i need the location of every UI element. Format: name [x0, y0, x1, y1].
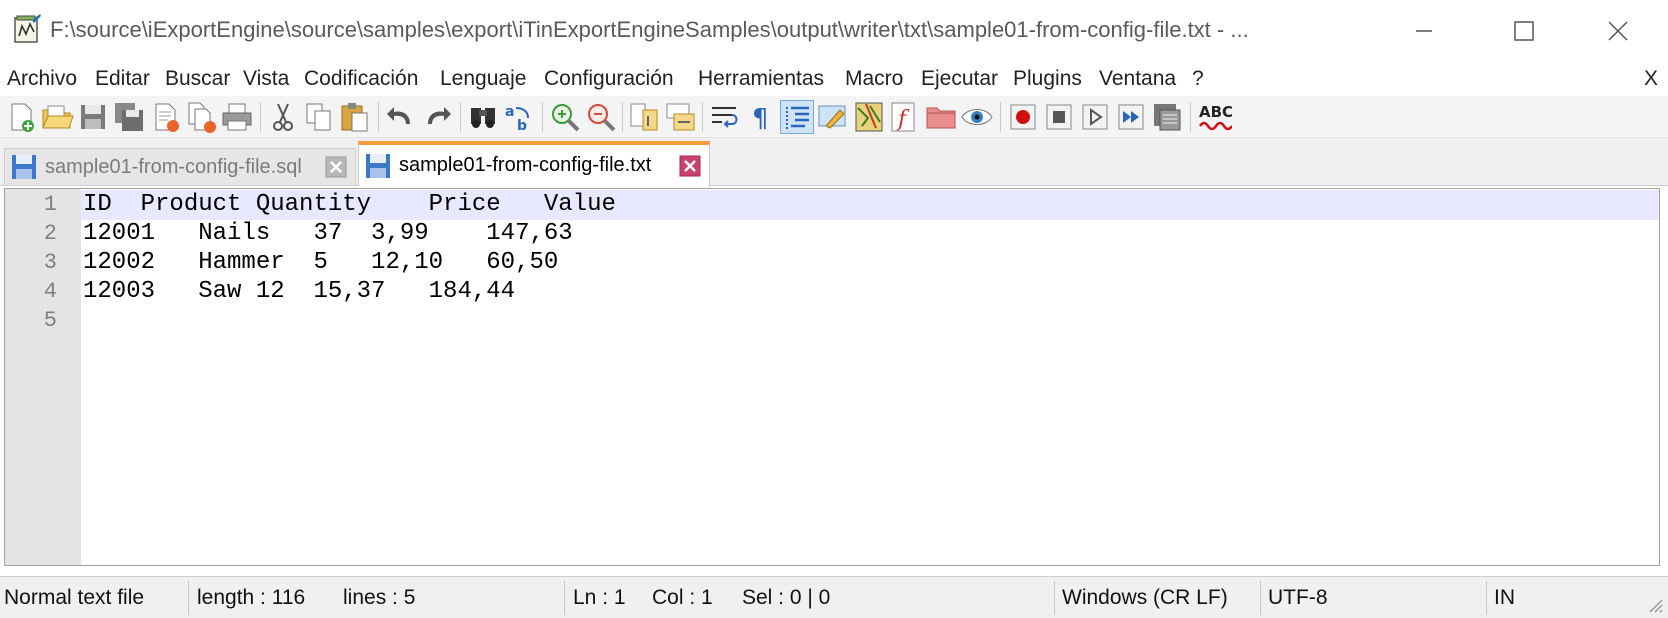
line-number: 3: [43, 250, 57, 275]
text-editor[interactable]: 1 2 3 4 5 ID Product Quantity Price Valu…: [4, 188, 1660, 566]
record-macro-icon[interactable]: [1006, 100, 1040, 134]
replace-icon[interactable]: ab: [502, 100, 536, 134]
minimize-icon: [1416, 30, 1432, 32]
tab-close-icon[interactable]: [679, 155, 701, 177]
close-file-icon[interactable]: [148, 100, 182, 134]
status-selection: Sel : 0 | 0: [742, 586, 831, 609]
line-number: 2: [43, 221, 57, 246]
close-all-icon[interactable]: [184, 100, 218, 134]
close-document-button[interactable]: X: [1644, 67, 1658, 91]
svg-text:a: a: [505, 104, 514, 120]
tab-sql-file[interactable]: sample01-from-config-file.sql: [4, 148, 356, 186]
menu-archivo[interactable]: Archivo: [7, 67, 77, 91]
tab-txt-file[interactable]: sample01-from-config-file.txt: [358, 141, 710, 186]
menu-bar: Archivo Editar Buscar Vista Codificación…: [0, 62, 1668, 95]
menu-macro[interactable]: Macro: [845, 67, 903, 91]
save-icon[interactable]: [76, 100, 110, 134]
tab-label: sample01-from-config-file.txt: [399, 154, 652, 176]
spell-check-icon[interactable]: ABC: [1198, 100, 1233, 134]
new-file-icon[interactable]: [4, 100, 38, 134]
undo-icon[interactable]: [384, 100, 418, 134]
tab-close-icon[interactable]: [325, 156, 347, 178]
word-wrap-icon[interactable]: [708, 100, 742, 134]
status-encoding[interactable]: UTF-8: [1264, 577, 1328, 618]
show-all-characters-icon[interactable]: ¶: [744, 100, 778, 134]
menu-configuracion[interactable]: Configuración: [544, 67, 674, 91]
close-window-button[interactable]: [1568, 0, 1668, 62]
run-macro-multiple-icon[interactable]: [1114, 100, 1148, 134]
status-typing-mode: IN: [1494, 586, 1515, 609]
status-column-position: Col : 1: [652, 586, 713, 609]
line-number: 4: [43, 279, 57, 304]
sync-vertical-icon[interactable]: [628, 100, 662, 134]
indent-guide-icon[interactable]: [780, 100, 814, 134]
maximize-button[interactable]: [1474, 0, 1574, 62]
menu-ventana[interactable]: Ventana: [1099, 67, 1176, 91]
menu-plugins[interactable]: Plugins: [1013, 67, 1082, 91]
tab-bar: sample01-from-config-file.sql sample01-f…: [0, 138, 1668, 186]
status-line-position: Ln : 1: [573, 586, 626, 609]
resize-grip-icon[interactable]: [1646, 596, 1664, 614]
tab-label: sample01-from-config-file.sql: [45, 155, 302, 178]
minimize-button[interactable]: [1374, 0, 1474, 62]
save-macro-icon[interactable]: [1150, 100, 1184, 134]
floppy-disk-icon: [12, 155, 36, 179]
close-icon: [1608, 21, 1628, 41]
find-icon[interactable]: [466, 100, 500, 134]
code-line[interactable]: 12003 Saw 12 15,37 184,44: [83, 278, 515, 305]
spell-check-label: ABC: [1199, 103, 1232, 121]
code-line[interactable]: 12001 Nails 37 3,99 147,63: [83, 220, 573, 247]
document-map-icon[interactable]: [852, 100, 886, 134]
zoom-out-icon[interactable]: [584, 100, 618, 134]
code-line[interactable]: 12002 Hammer 5 12,10 60,50: [83, 249, 558, 276]
notepad-app-icon: [12, 14, 42, 44]
copy-icon[interactable]: [302, 100, 336, 134]
menu-vista[interactable]: Vista: [243, 67, 289, 91]
cut-icon[interactable]: [266, 100, 300, 134]
redo-icon[interactable]: [420, 100, 454, 134]
play-macro-icon[interactable]: [1078, 100, 1112, 134]
toolbar: ab ¶ f ABC: [0, 96, 1668, 138]
line-number: 1: [43, 192, 57, 217]
status-eol-format[interactable]: Windows (CR LF): [1058, 577, 1228, 618]
line-number: 5: [43, 308, 57, 333]
svg-text:¶: ¶: [752, 104, 769, 134]
status-length: length : 116: [197, 586, 306, 609]
menu-herramientas[interactable]: Herramientas: [698, 67, 824, 91]
save-all-icon[interactable]: [112, 100, 146, 134]
monitoring-icon[interactable]: [960, 100, 994, 134]
menu-help[interactable]: ?: [1192, 67, 1204, 91]
menu-lenguaje[interactable]: Lenguaje: [440, 67, 526, 91]
user-language-icon[interactable]: [816, 100, 850, 134]
code-line[interactable]: ID Product Quantity Price Value: [83, 191, 616, 218]
function-list-icon[interactable]: f: [888, 100, 922, 134]
title-bar: F:\source\iExportEngine\source\samples\e…: [0, 0, 1668, 62]
svg-text:b: b: [517, 118, 527, 134]
status-bar: Normal text file length : 116 lines : 5 …: [0, 576, 1668, 618]
status-lines: lines : 5: [343, 586, 416, 609]
floppy-disk-icon: [366, 153, 390, 178]
print-icon[interactable]: [220, 100, 254, 134]
zoom-in-icon[interactable]: [548, 100, 582, 134]
line-number-gutter: 1 2 3 4 5: [5, 189, 81, 565]
menu-editar[interactable]: Editar: [95, 67, 150, 91]
paste-icon[interactable]: [338, 100, 372, 134]
maximize-icon: [1514, 21, 1534, 41]
sync-horizontal-icon[interactable]: [664, 100, 698, 134]
folder-as-workspace-icon[interactable]: [924, 100, 958, 134]
status-file-type: Normal text file: [4, 586, 145, 609]
window-title: F:\source\iExportEngine\source\samples\e…: [50, 17, 1249, 42]
menu-ejecutar[interactable]: Ejecutar: [921, 67, 998, 91]
menu-codificacion[interactable]: Codificación: [304, 67, 418, 91]
stop-macro-icon[interactable]: [1042, 100, 1076, 134]
menu-buscar[interactable]: Buscar: [165, 67, 230, 91]
open-file-icon[interactable]: [40, 100, 74, 134]
